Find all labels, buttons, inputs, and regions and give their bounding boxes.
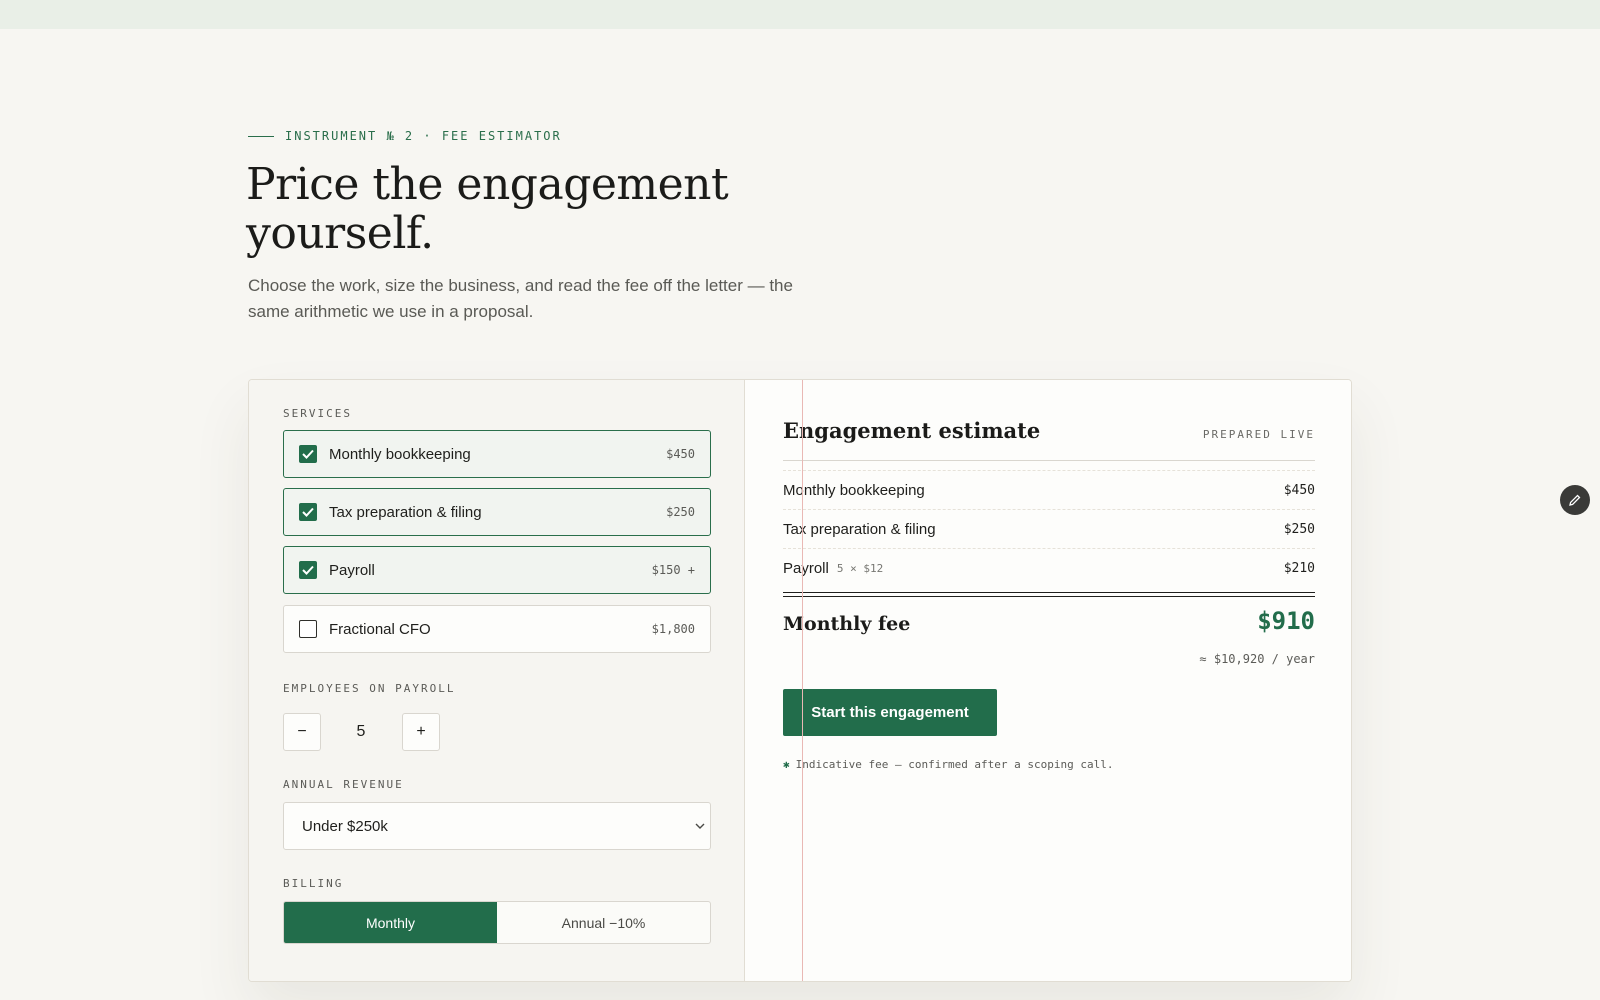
revenue-select[interactable]: Under $250k: [283, 802, 711, 850]
increment-button[interactable]: +: [402, 713, 440, 751]
eyebrow-text: INSTRUMENT № 2 · FEE ESTIMATOR: [285, 129, 562, 143]
form-panel: SERVICES Monthly bookkeeping $450 Tax pr…: [249, 380, 745, 981]
line-item: Tax preparation & filing $250: [783, 509, 1315, 548]
annual-fee-estimate: ≈ $10,920 / year: [1199, 652, 1315, 666]
line-item: Monthly bookkeeping $450: [783, 470, 1315, 509]
line-item-detail: 5 × $12: [836, 561, 884, 575]
employees-value[interactable]: 5: [321, 723, 401, 741]
estimate-rule: [783, 460, 1315, 461]
line-item-name: Payroll: [783, 559, 829, 577]
check-icon: [302, 507, 314, 517]
line-item-amount: $210: [1283, 560, 1315, 576]
page-title: Price the engagement yourself.: [246, 159, 729, 259]
decrement-button[interactable]: −: [283, 713, 321, 751]
service-fractional-cfo[interactable]: Fractional CFO $1,800: [283, 605, 711, 653]
line-item-name: Tax preparation & filing: [783, 520, 936, 538]
billing-option-annual[interactable]: Annual −10%: [497, 902, 710, 943]
eyebrow-rule: [248, 135, 274, 137]
service-name: Tax preparation & filing: [329, 503, 482, 521]
check-icon: [302, 565, 314, 575]
service-price: $250: [666, 505, 695, 519]
service-price: $150 +: [651, 563, 695, 577]
service-price: $1,800: [651, 622, 695, 636]
service-price: $450: [666, 447, 695, 461]
billing-toggle: Monthly Annual −10%: [283, 901, 711, 944]
monthly-fee-amount: $910: [1257, 607, 1315, 635]
service-monthly-bookkeeping[interactable]: Monthly bookkeeping $450: [283, 430, 711, 478]
revenue-value: Under $250k: [302, 817, 388, 835]
asterisk-icon: ✱: [783, 758, 790, 771]
page-lead: Choose the work, size the business, and …: [248, 276, 793, 321]
line-item: Payroll 5 × $12 $210: [783, 548, 1315, 587]
disclaimer-note: ✱ Indicative fee — confirmed after a scop…: [783, 758, 1114, 771]
line-item-amount: $450: [1283, 482, 1315, 498]
billing-label: BILLING: [283, 877, 344, 890]
service-payroll[interactable]: Payroll $150 +: [283, 546, 711, 594]
revenue-label: ANNUAL REVENUE: [283, 778, 404, 791]
top-bar: [0, 0, 1600, 29]
service-name: Monthly bookkeeping: [329, 445, 471, 463]
employees-label: EMPLOYEES ON PAYROLL: [283, 682, 456, 695]
line-item-name: Monthly bookkeeping: [783, 481, 925, 499]
check-icon: [302, 449, 314, 459]
service-name: Fractional CFO: [329, 620, 431, 638]
line-item-amount: $250: [1283, 521, 1315, 537]
checkbox[interactable]: [299, 620, 317, 638]
checkbox[interactable]: [299, 503, 317, 521]
service-tax-preparation[interactable]: Tax preparation & filing $250: [283, 488, 711, 536]
pencil-icon: [1569, 494, 1581, 506]
checkbox[interactable]: [299, 561, 317, 579]
estimate-title: Engagement estimate: [783, 418, 1041, 443]
services-label: SERVICES: [283, 407, 352, 420]
prepared-live-badge: PREPARED LIVE: [1202, 428, 1315, 441]
eyebrow: INSTRUMENT № 2 · FEE ESTIMATOR: [248, 129, 562, 143]
margin-line: [802, 380, 803, 981]
checkbox[interactable]: [299, 445, 317, 463]
service-name: Payroll: [329, 561, 375, 579]
disclaimer-text: Indicative fee — confirmed after a scopi…: [795, 758, 1114, 771]
estimate-panel: Engagement estimate PREPARED LIVE Monthl…: [745, 380, 1351, 981]
start-engagement-button[interactable]: Start this engagement: [783, 689, 997, 736]
chevron-down-icon: [695, 823, 705, 829]
estimator-card: SERVICES Monthly bookkeeping $450 Tax pr…: [248, 379, 1352, 982]
edit-button[interactable]: [1560, 485, 1590, 515]
total-rule: [783, 592, 1315, 597]
billing-option-monthly[interactable]: Monthly: [284, 902, 497, 943]
